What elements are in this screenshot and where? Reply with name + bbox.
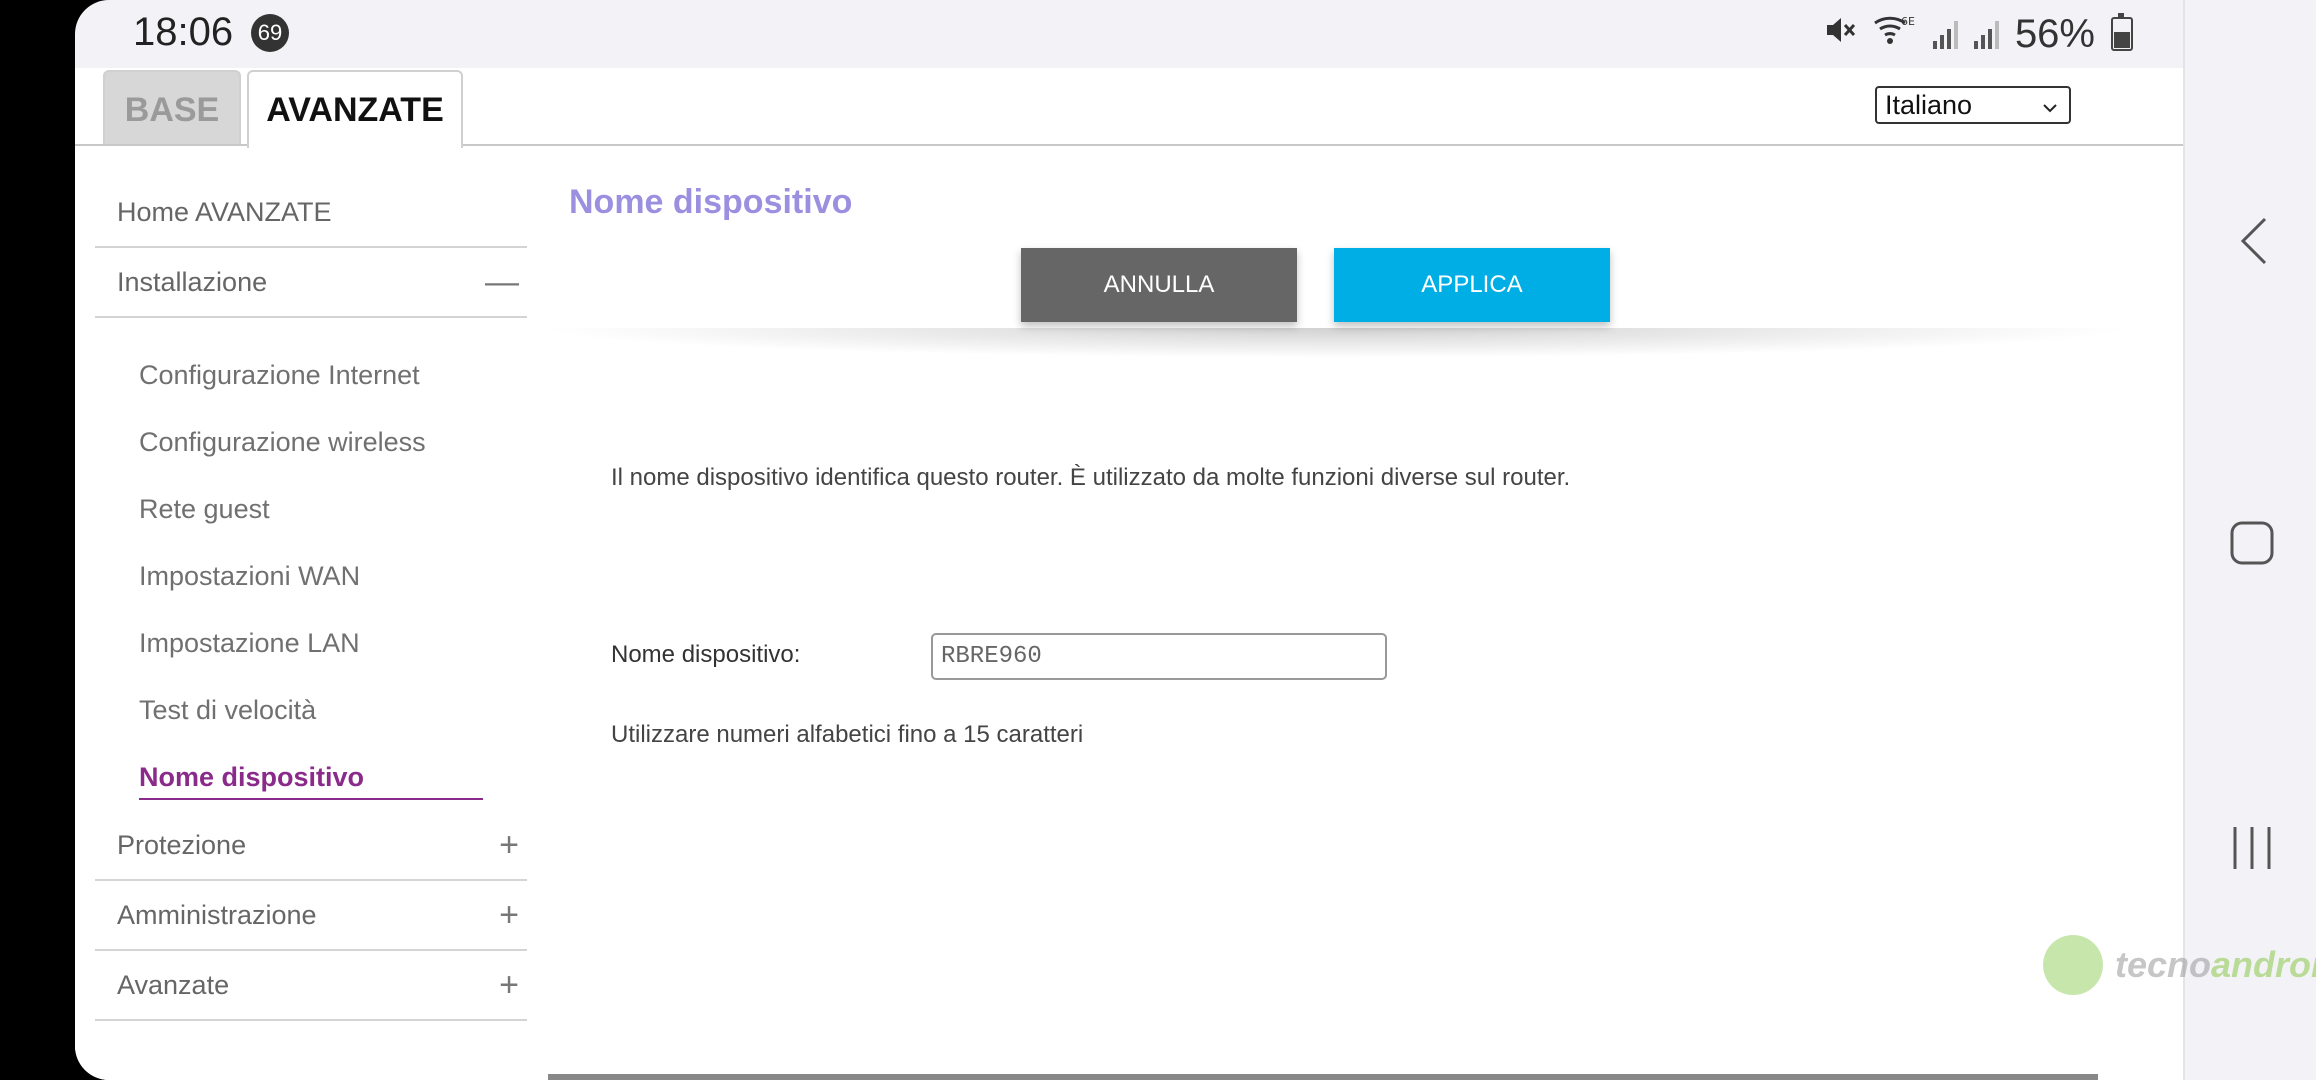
sidebar-subitem-impostazioni-wan[interactable]: Impostazioni WAN <box>95 543 527 610</box>
sidebar-item-label: Amministrazione <box>117 900 317 930</box>
sidebar-subitem-label: Configurazione Internet <box>139 360 420 390</box>
sidebar-subitem-configurazione-internet[interactable]: Configurazione Internet <box>95 342 527 409</box>
sidebar-item-amministrazione[interactable]: Amministrazione + <box>95 881 527 951</box>
sidebar-subitem-label: Impostazione LAN <box>139 628 360 658</box>
horizontal-scrollbar[interactable] <box>548 1074 2098 1080</box>
watermark-part2: android <box>2211 944 2316 985</box>
sidebar-item-label: Avanzate <box>117 970 230 1000</box>
status-icons: 6E 56% <box>1823 12 2133 56</box>
sidebar-subitem-rete-guest[interactable]: Rete guest <box>95 476 527 543</box>
android-logo-icon <box>2043 935 2103 995</box>
language-select[interactable]: Italiano <box>1875 86 2071 124</box>
home-icon[interactable] <box>2229 520 2275 571</box>
sidebar-item-label: Protezione <box>117 830 247 860</box>
battery-percent: 56% <box>2014 11 2095 56</box>
sidebar-subitem-label: Impostazioni WAN <box>139 561 361 591</box>
system-nav-bar <box>2183 0 2316 1080</box>
sidebar: Home AVANZATE Installazione — Configuraz… <box>95 178 527 1021</box>
expand-icon[interactable]: + <box>499 811 519 879</box>
sidebar-subitem-impostazione-lan[interactable]: Impostazione LAN <box>95 610 527 677</box>
expand-icon[interactable]: + <box>499 951 519 1019</box>
language-select-value: Italiano <box>1885 90 1973 120</box>
sidebar-item-label: Home AVANZATE <box>117 197 332 227</box>
sidebar-subitem-label: Test di velocità <box>139 695 317 725</box>
cancel-button[interactable]: ANNULLA <box>1021 248 1297 322</box>
section-divider <box>535 328 2135 358</box>
mute-icon <box>1823 12 1857 57</box>
battery-icon <box>2111 13 2133 51</box>
svg-text:6E: 6E <box>1901 15 1915 28</box>
collapse-icon[interactable]: — <box>485 248 519 316</box>
router-admin-page: BASE AVANZATE Italiano Home AVANZATE Ins… <box>75 68 2183 1080</box>
sidebar-subitem-label: Nome dispositivo <box>139 762 483 800</box>
signal-icon <box>1973 19 1999 49</box>
sidebar-subitem-test-velocita[interactable]: Test di velocità <box>95 677 527 744</box>
back-icon[interactable] <box>2237 215 2271 272</box>
sidebar-subitem-nome-dispositivo[interactable]: Nome dispositivo <box>95 744 527 811</box>
device-name-input[interactable]: RBRE960 <box>931 633 1387 680</box>
tab-bar: BASE AVANZATE Italiano <box>75 68 2183 148</box>
wifi-6e-icon: 6E <box>1873 12 1917 57</box>
sidebar-subitem-configurazione-wireless[interactable]: Configurazione wireless <box>95 409 527 476</box>
watermark: tecnoandroid <box>2043 935 2316 995</box>
watermark-part1: tecno <box>2115 944 2212 985</box>
device-name-hint: Utilizzare numeri alfabetici fino a 15 c… <box>611 721 1084 748</box>
signal-icon <box>1932 19 1958 49</box>
recent-apps-icon[interactable] <box>2229 825 2275 876</box>
expand-icon[interactable]: + <box>499 881 519 949</box>
watermark-text: tecnoandroid <box>2115 944 2316 986</box>
sidebar-item-home-avanzate[interactable]: Home AVANZATE <box>95 178 527 248</box>
phone-screen: 18:06 69 6E 56% BASE AVANZATE Italiano H… <box>75 0 2316 1080</box>
description-text: Il nome dispositivo identifica questo ro… <box>611 464 1571 491</box>
sidebar-item-label: Installazione <box>117 267 268 297</box>
status-time: 18:06 <box>133 10 234 54</box>
chevron-down-icon <box>2041 94 2059 128</box>
notification-badge: 69 <box>251 14 289 52</box>
page-title: Nome dispositivo <box>569 183 853 221</box>
apply-button[interactable]: APPLICA <box>1334 248 1610 322</box>
sidebar-item-avanzate[interactable]: Avanzate + <box>95 951 527 1021</box>
sidebar-subitem-label: Configurazione wireless <box>139 427 426 457</box>
status-bar: 18:06 69 6E 56% <box>75 0 2183 68</box>
tab-base[interactable]: BASE <box>103 70 241 144</box>
sidebar-item-protezione[interactable]: Protezione + <box>95 811 527 881</box>
sidebar-item-installazione[interactable]: Installazione — <box>95 248 527 318</box>
device-name-label: Nome dispositivo: <box>611 641 801 668</box>
tab-avanzate[interactable]: AVANZATE <box>247 70 463 148</box>
sidebar-subitem-label: Rete guest <box>139 494 270 524</box>
